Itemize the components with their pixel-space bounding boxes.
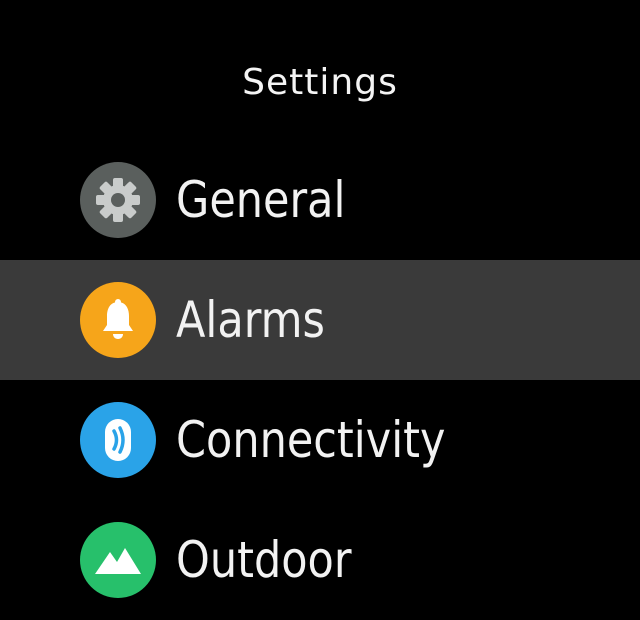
mountain-icon-graphic — [95, 548, 141, 574]
menu-item-outdoor[interactable]: Outdoor — [0, 500, 640, 620]
bell-icon-graphic — [103, 299, 133, 339]
connectivity-icon-graphic — [105, 419, 131, 461]
settings-menu: General Alarms Connectivity Outdoor — [0, 140, 640, 620]
bell-icon — [80, 282, 156, 358]
menu-item-connectivity[interactable]: Connectivity — [0, 380, 640, 500]
menu-item-general[interactable]: General — [0, 140, 640, 260]
connectivity-icon — [80, 402, 156, 478]
menu-item-label: Alarms — [176, 291, 325, 349]
page-title: Settings — [242, 62, 398, 103]
menu-item-label: Connectivity — [176, 411, 446, 469]
menu-item-alarms[interactable]: Alarms — [0, 260, 640, 380]
gear-icon — [80, 162, 156, 238]
gear-icon-graphic — [96, 178, 140, 222]
settings-screen: Settings General Alarms Connectivity Out… — [0, 0, 640, 600]
menu-item-label: Outdoor — [176, 531, 352, 589]
mountain-icon — [80, 522, 156, 598]
menu-item-label: General — [176, 171, 346, 229]
